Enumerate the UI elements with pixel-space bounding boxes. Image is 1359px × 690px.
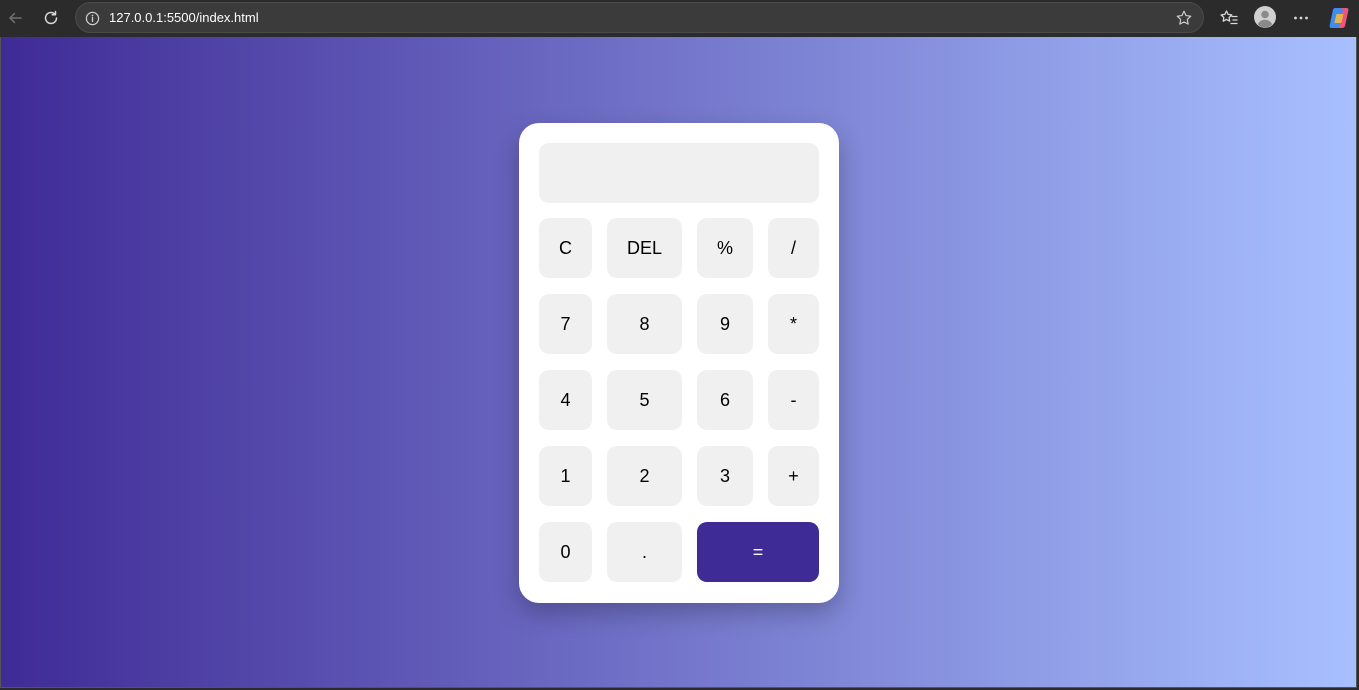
add-button[interactable]: +	[768, 446, 819, 506]
digit-1-button[interactable]: 1	[539, 446, 592, 506]
digit-4-button[interactable]: 4	[539, 370, 592, 430]
more-menu-icon[interactable]	[1290, 7, 1312, 29]
calculator: C DEL % / 7 8 9 * 4 5 6 - 1 2 3 + 0 . =	[519, 123, 839, 603]
calculator-display[interactable]	[539, 143, 819, 203]
delete-button[interactable]: DEL	[607, 218, 682, 278]
info-icon[interactable]	[84, 10, 100, 26]
back-arrow-icon[interactable]	[4, 7, 26, 29]
digit-3-button[interactable]: 3	[697, 446, 753, 506]
multiply-button[interactable]: *	[768, 294, 819, 354]
url-text[interactable]: 127.0.0.1:5500/index.html	[109, 10, 259, 26]
star-icon[interactable]	[1174, 8, 1194, 28]
digit-8-button[interactable]: 8	[607, 294, 682, 354]
digit-7-button[interactable]: 7	[539, 294, 592, 354]
decimal-button[interactable]: .	[607, 522, 682, 582]
copilot-icon[interactable]	[1327, 6, 1351, 30]
reload-icon[interactable]	[40, 7, 62, 29]
address-bar[interactable]: 127.0.0.1:5500/index.html	[75, 2, 1204, 33]
equals-button[interactable]: =	[697, 522, 819, 582]
favorites-icon[interactable]	[1218, 7, 1240, 29]
divide-button[interactable]: /	[768, 218, 819, 278]
digit-9-button[interactable]: 9	[697, 294, 753, 354]
clear-button[interactable]: C	[539, 218, 592, 278]
digit-0-button[interactable]: 0	[539, 522, 592, 582]
profile-avatar-icon[interactable]	[1254, 6, 1276, 28]
page-viewport: C DEL % / 7 8 9 * 4 5 6 - 1 2 3 + 0 . =	[0, 37, 1357, 688]
browser-toolbar: 127.0.0.1:5500/index.html	[0, 0, 1359, 37]
digit-2-button[interactable]: 2	[607, 446, 682, 506]
digit-5-button[interactable]: 5	[607, 370, 682, 430]
percent-button[interactable]: %	[697, 218, 753, 278]
subtract-button[interactable]: -	[768, 370, 819, 430]
digit-6-button[interactable]: 6	[697, 370, 753, 430]
